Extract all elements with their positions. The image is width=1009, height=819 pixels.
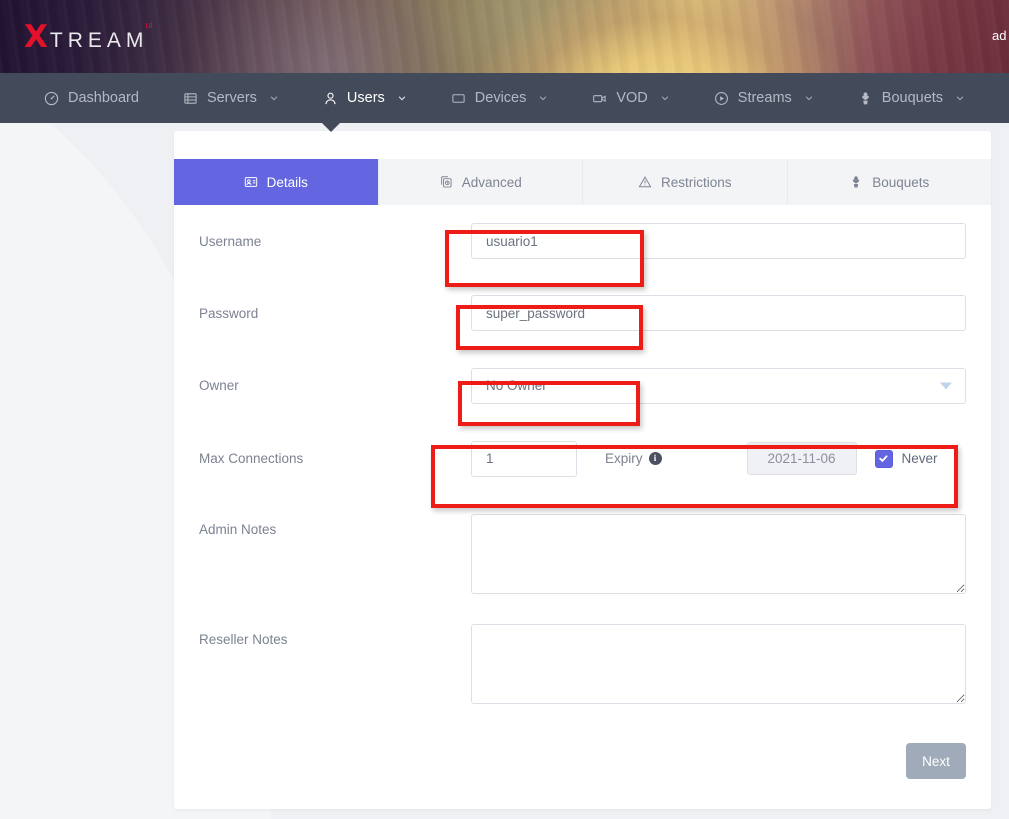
- chevron-down-icon: [397, 93, 407, 103]
- nav-item-servers[interactable]: Servers: [161, 73, 301, 123]
- tab-restrictions[interactable]: Restrictions: [583, 159, 788, 205]
- expiry-date-field[interactable]: 2021-11-06: [747, 442, 857, 475]
- nav-label-devices: Devices: [475, 90, 527, 106]
- max-connections-control: Expiry i 2021-11-06 Never: [471, 441, 966, 477]
- chevron-down-icon: [538, 93, 548, 103]
- owner-select-wrap: [471, 368, 966, 404]
- warning-triangle-icon: [638, 175, 652, 189]
- nav-label-users: Users: [347, 90, 385, 106]
- tab-bouquets[interactable]: Bouquets: [788, 159, 992, 205]
- copy-clock-icon: [439, 175, 453, 189]
- nav-label-dashboard: Dashboard: [68, 90, 139, 106]
- video-icon: [592, 91, 607, 106]
- logo-wordmark: TREAM: [50, 30, 149, 51]
- chevron-down-icon: [804, 93, 814, 103]
- admin-notes-textarea[interactable]: [471, 514, 966, 594]
- username-input[interactable]: [471, 223, 966, 259]
- label-expiry: Expiry: [605, 451, 643, 466]
- nav-item-dashboard[interactable]: Dashboard: [22, 73, 161, 123]
- nav-item-streams[interactable]: Streams: [692, 73, 836, 123]
- label-owner: Owner: [199, 378, 471, 393]
- main-navbar: Dashboard Servers Users Devices: [0, 73, 1009, 123]
- account-menu-label[interactable]: ad: [992, 28, 1009, 43]
- nav-label-servers: Servers: [207, 90, 257, 106]
- password-input[interactable]: [471, 295, 966, 331]
- active-nav-pointer-caret: [322, 123, 340, 132]
- chevron-down-icon: [269, 93, 279, 103]
- id-card-icon: [244, 175, 258, 189]
- username-control: [471, 223, 966, 259]
- never-label: Never: [902, 451, 938, 466]
- bouquet-icon: [858, 91, 873, 106]
- logo-x-mark: X: [24, 22, 48, 53]
- nav-item-tickets[interactable]: Tickets: [987, 73, 1009, 123]
- form-row-owner: Owner: [199, 349, 966, 422]
- nav-item-devices[interactable]: Devices: [429, 73, 571, 123]
- max-connections-input[interactable]: [471, 441, 577, 477]
- nav-label-bouquets: Bouquets: [882, 90, 943, 106]
- admin-notes-control: [471, 514, 966, 594]
- form-row-username: Username: [199, 205, 966, 277]
- info-icon[interactable]: i: [649, 452, 662, 465]
- dashboard-icon: [44, 91, 59, 106]
- form-row-admin-notes: Admin Notes: [199, 495, 966, 605]
- label-reseller-notes: Reseller Notes: [199, 624, 471, 647]
- never-checkbox-group[interactable]: Never: [875, 450, 938, 468]
- label-max-connections: Max Connections: [199, 451, 471, 466]
- logo-superscript: ui: [145, 20, 152, 30]
- device-icon: [451, 91, 466, 106]
- tab-label-restrictions: Restrictions: [661, 175, 732, 190]
- tab-details[interactable]: Details: [174, 159, 379, 205]
- nav-item-users[interactable]: Users: [301, 73, 429, 123]
- page-body: Details Advanced Restr: [0, 123, 1009, 819]
- never-checkbox[interactable]: [875, 450, 893, 468]
- chevron-down-icon: [660, 93, 670, 103]
- nav-item-bouquets[interactable]: Bouquets: [836, 73, 987, 123]
- expiry-date-value: 2021-11-06: [767, 451, 835, 466]
- password-control: [471, 295, 966, 331]
- details-form: Username Password Owner: [174, 205, 991, 715]
- chevron-down-icon: [955, 93, 965, 103]
- owner-control: [471, 368, 966, 404]
- form-row-reseller-notes: Reseller Notes: [199, 605, 966, 715]
- next-button[interactable]: Next: [906, 743, 966, 779]
- reseller-notes-textarea[interactable]: [471, 624, 966, 704]
- user-icon: [323, 91, 338, 106]
- nav-label-vod: VOD: [616, 90, 647, 106]
- label-username: Username: [199, 234, 471, 249]
- user-form-card: Details Advanced Restr: [174, 131, 991, 809]
- label-admin-notes: Admin Notes: [199, 514, 471, 537]
- bouquet-icon: [849, 175, 863, 189]
- reseller-notes-control: [471, 624, 966, 704]
- server-icon: [183, 91, 198, 106]
- app-header-banner: X TREAM ui ad: [0, 0, 1009, 73]
- play-circle-icon: [714, 91, 729, 106]
- form-row-max-connections: Max Connections Expiry i 2021-11-06: [199, 422, 966, 495]
- label-password: Password: [199, 306, 471, 321]
- expiry-label-group: Expiry i: [605, 451, 662, 466]
- form-tabs: Details Advanced Restr: [174, 159, 991, 205]
- nav-item-vod[interactable]: VOD: [570, 73, 691, 123]
- owner-select[interactable]: [471, 368, 966, 404]
- tab-label-advanced: Advanced: [462, 175, 522, 190]
- tab-label-bouquets: Bouquets: [872, 175, 929, 190]
- form-footer: Next: [174, 743, 991, 779]
- nav-label-streams: Streams: [738, 90, 792, 106]
- tab-advanced[interactable]: Advanced: [379, 159, 584, 205]
- app-logo[interactable]: X TREAM ui: [24, 22, 152, 53]
- tab-label-details: Details: [267, 175, 308, 190]
- form-row-password: Password: [199, 277, 966, 349]
